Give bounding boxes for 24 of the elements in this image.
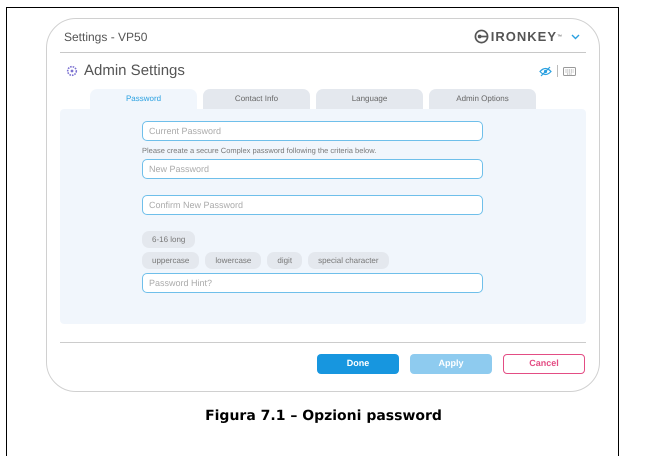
settings-icon: [66, 65, 78, 77]
chevron-down-icon[interactable]: [571, 34, 580, 40]
tab[interactable]: Admin Options: [429, 89, 536, 109]
password-field[interactable]: New Password: [142, 159, 483, 180]
password-field[interactable]: Current Password: [142, 121, 483, 141]
window-title: Settings - VP50: [64, 28, 148, 46]
criteria-chip: special character: [308, 252, 389, 270]
hidden-eye-icon[interactable]: [539, 66, 552, 76]
keyboard-icon[interactable]: [563, 66, 576, 76]
criteria-chip: 6-16 long: [142, 231, 196, 248]
criteria-chip: uppercase: [142, 252, 200, 270]
tab[interactable]: Language: [316, 89, 423, 109]
tab[interactable]: Contact Info: [203, 89, 310, 109]
criteria-chip: digit: [267, 252, 302, 270]
figure-caption: Figura 7.1 – Opzioni password: [205, 407, 442, 426]
password-field[interactable]: Confirm New Password: [142, 195, 483, 216]
brand-logo: IRONKEY$^{™}$: [490, 28, 563, 46]
criteria-chip: lowercase: [205, 252, 262, 270]
action-button[interactable]: Cancel: [503, 354, 585, 374]
tab[interactable]: Password: [90, 89, 197, 109]
section-title: Admin Settings: [84, 60, 185, 81]
password-field[interactable]: Password Hint?: [142, 273, 483, 294]
action-button[interactable]: Done: [317, 354, 399, 374]
key-logo-icon: [474, 29, 489, 44]
